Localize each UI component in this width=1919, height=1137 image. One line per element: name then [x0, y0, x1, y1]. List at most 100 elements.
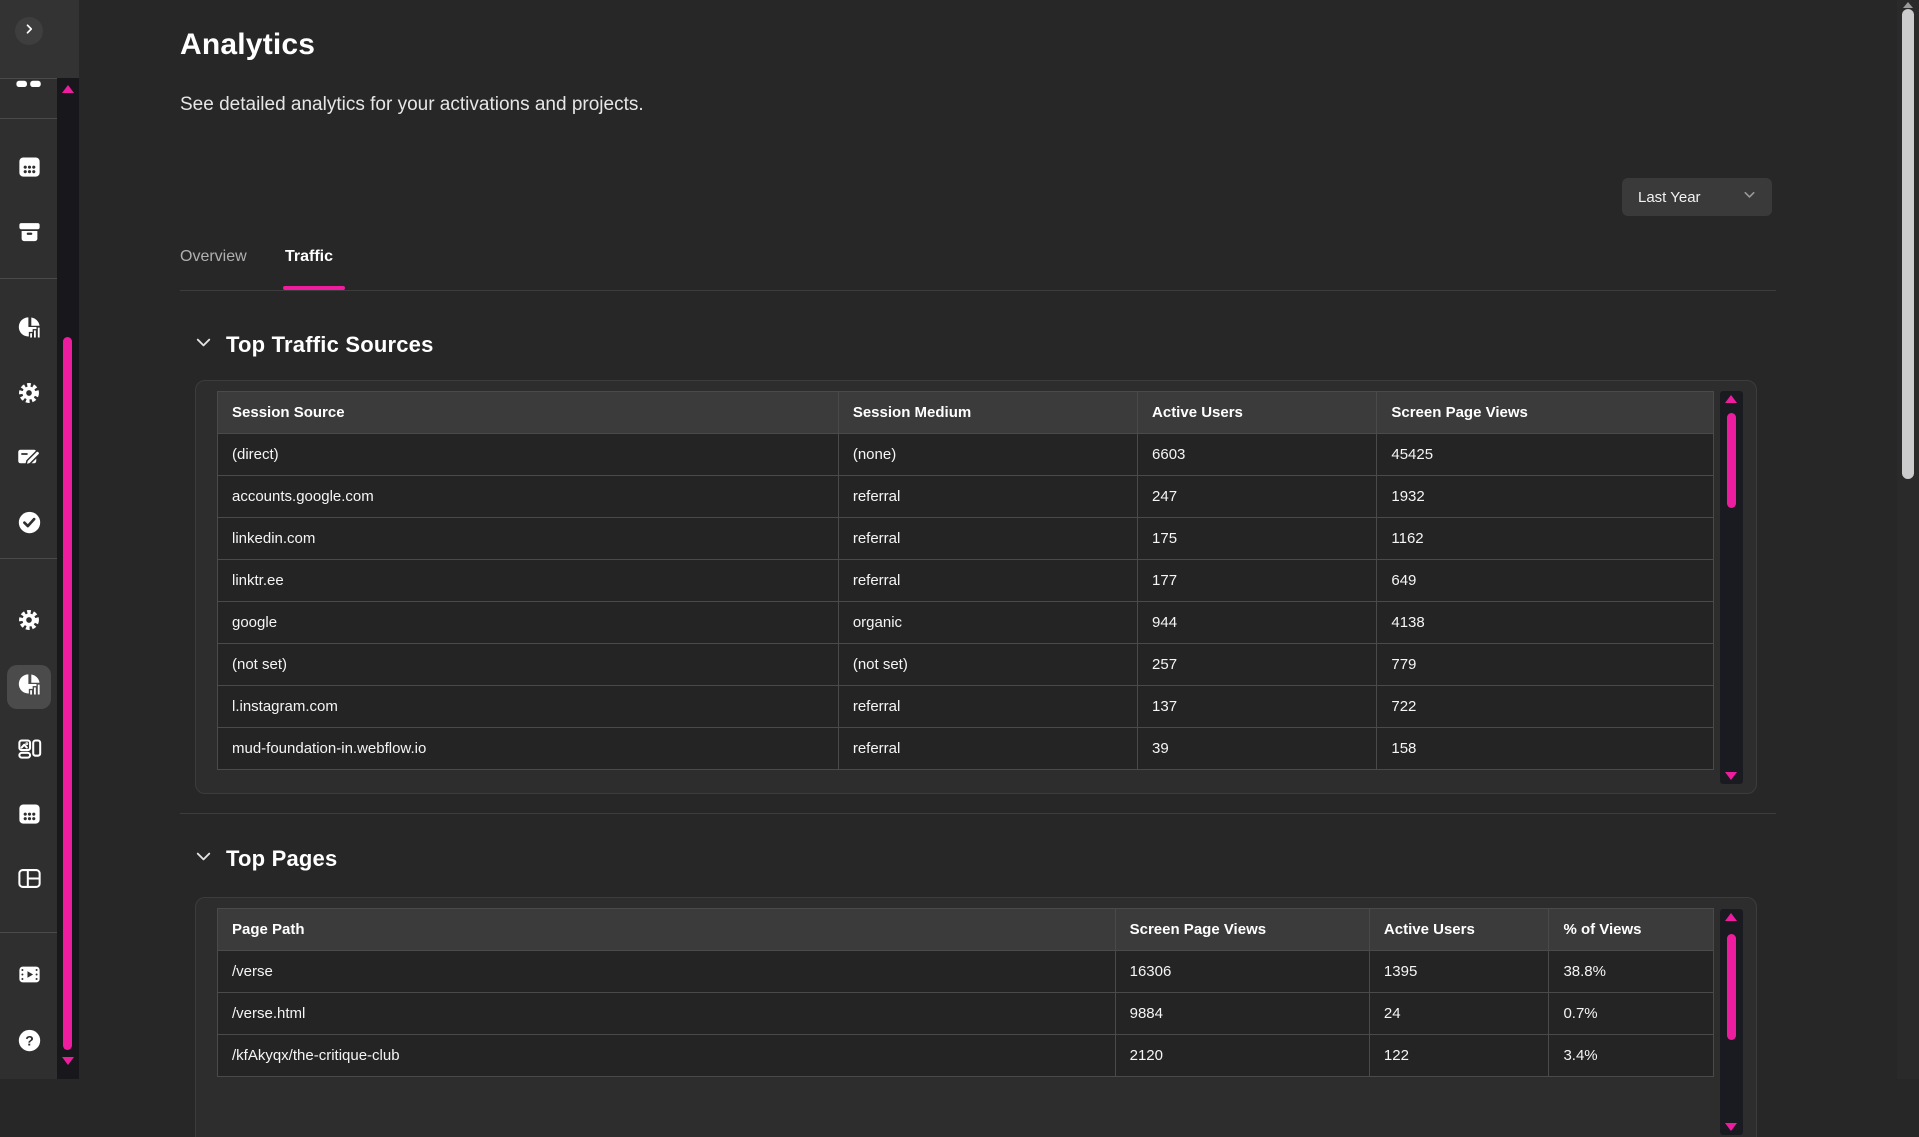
- table-cell: 0.7%: [1549, 993, 1714, 1035]
- chevron-right-icon: [20, 20, 38, 43]
- partial-icon[interactable]: [9, 79, 49, 88]
- table-cell: /verse: [218, 951, 1116, 993]
- sidebar-item-tasks[interactable]: [7, 503, 51, 547]
- table-cell: (direct): [218, 434, 839, 476]
- check-circle-icon: [16, 509, 43, 541]
- tab-overview[interactable]: Overview: [180, 248, 247, 266]
- table-row: (direct)(none)660345425: [218, 434, 1714, 476]
- table-scrollbar-thumb[interactable]: [1727, 934, 1736, 1040]
- table-cell: 39: [1138, 728, 1377, 770]
- table-scrollbar[interactable]: [1720, 909, 1743, 1135]
- page-subtitle: See detailed analytics for your activati…: [180, 94, 644, 116]
- sidebar-item-layout[interactable]: [7, 859, 51, 903]
- table-cell: 175: [1138, 518, 1377, 560]
- table-row: linkedin.comreferral1751162: [218, 518, 1714, 560]
- date-range-value: Last Year: [1638, 189, 1701, 206]
- help-icon: ?: [16, 1027, 43, 1059]
- table-cell: 9884: [1115, 993, 1369, 1035]
- table-row: (not set)(not set)257779: [218, 644, 1714, 686]
- table-cell: google: [218, 602, 839, 644]
- divider: [0, 932, 57, 933]
- table-row: mud-foundation-in.webflow.ioreferral3915…: [218, 728, 1714, 770]
- scroll-down-arrow[interactable]: [1725, 772, 1737, 780]
- table-cell: 45425: [1377, 434, 1714, 476]
- divider: [0, 558, 57, 559]
- table-cell: referral: [838, 560, 1137, 602]
- sidebar-item-help[interactable]: ?: [7, 1021, 51, 1065]
- section-header-traffic-sources[interactable]: Top Traffic Sources: [192, 331, 434, 359]
- table-cell: 38.8%: [1549, 951, 1714, 993]
- table-cell: 1932: [1377, 476, 1714, 518]
- scroll-up-arrow[interactable]: [1725, 913, 1737, 921]
- table-header-row: Page PathScreen Page ViewsActive Users% …: [218, 909, 1714, 951]
- sidebar-item-settings[interactable]: [7, 373, 51, 417]
- traffic-sources-table: Session SourceSession MediumActive Users…: [217, 391, 1714, 770]
- svg-text:?: ?: [25, 1032, 34, 1048]
- column-header: Session Medium: [838, 392, 1137, 434]
- table-cell: 649: [1377, 560, 1714, 602]
- gear-icon: [16, 380, 42, 411]
- calendar-icon: [16, 800, 43, 832]
- page-scrollbar-thumb[interactable]: [1902, 9, 1914, 479]
- table-row: accounts.google.comreferral2471932: [218, 476, 1714, 518]
- sidebar-item-reports[interactable]: [7, 308, 51, 352]
- table-row: /verse.html9884240.7%: [218, 993, 1714, 1035]
- sidebar-item-preferences[interactable]: [7, 600, 51, 644]
- column-header: Screen Page Views: [1377, 392, 1714, 434]
- table-scrollbar-thumb[interactable]: [1727, 413, 1736, 508]
- table-cell: 1395: [1369, 951, 1549, 993]
- section-title: Top Traffic Sources: [226, 332, 434, 358]
- scroll-down-arrow[interactable]: [62, 1057, 74, 1065]
- table-cell: 3.4%: [1549, 1035, 1714, 1077]
- sidebar-scrollbar-thumb[interactable]: [63, 337, 72, 1050]
- table-cell: (not set): [218, 644, 839, 686]
- scroll-up-arrow[interactable]: [62, 85, 74, 93]
- sidebar-item-calendar[interactable]: [7, 147, 51, 191]
- page-scrollbar[interactable]: [1897, 0, 1919, 1079]
- table-cell: referral: [838, 476, 1137, 518]
- sidebar-item-forms[interactable]: [7, 437, 51, 481]
- pie-chart-icon: [16, 314, 43, 346]
- pie-chart-icon: [16, 671, 43, 703]
- data-table: Page PathScreen Page ViewsActive Users% …: [217, 908, 1714, 1077]
- table-cell: 4138: [1377, 602, 1714, 644]
- chevron-down-icon: [192, 845, 215, 873]
- table-cell: (not set): [838, 644, 1137, 686]
- column-header: Active Users: [1138, 392, 1377, 434]
- table-cell: 6603: [1138, 434, 1377, 476]
- sidebar-item-calendar-2[interactable]: [7, 794, 51, 838]
- divider: [0, 278, 57, 279]
- scroll-up-arrow[interactable]: [1903, 2, 1913, 8]
- table-cell: linkedin.com: [218, 518, 839, 560]
- table-row: /kfAkyqx/the-critique-club21201223.4%: [218, 1035, 1714, 1077]
- tab-traffic[interactable]: Traffic: [285, 248, 333, 266]
- sidebar-item-devices[interactable]: [7, 730, 51, 774]
- main-content: Analytics See detailed analytics for you…: [79, 0, 1897, 1079]
- table-row: l.instagram.comreferral137722: [218, 686, 1714, 728]
- top-pages-table: Page PathScreen Page ViewsActive Users% …: [217, 908, 1714, 1077]
- date-range-dropdown[interactable]: Last Year: [1622, 178, 1772, 216]
- table-cell: 944: [1138, 602, 1377, 644]
- divider: [0, 118, 57, 119]
- table-cell: 257: [1138, 644, 1377, 686]
- section-header-top-pages[interactable]: Top Pages: [192, 845, 337, 873]
- scroll-down-arrow[interactable]: [1725, 1123, 1737, 1131]
- sidebar-item-analytics[interactable]: [7, 665, 51, 709]
- table-cell: 137: [1138, 686, 1377, 728]
- sidebar-collapse-button[interactable]: [15, 17, 43, 45]
- sidebar-item-archive[interactable]: [7, 212, 51, 256]
- table-header-row: Session SourceSession MediumActive Users…: [218, 392, 1714, 434]
- sidebar-scrollbar[interactable]: [57, 78, 79, 1079]
- table-scrollbar[interactable]: [1720, 391, 1743, 784]
- section-title: Top Pages: [226, 846, 337, 872]
- scroll-up-arrow[interactable]: [1725, 395, 1737, 403]
- table-cell: /kfAkyqx/the-critique-club: [218, 1035, 1116, 1077]
- table-cell: 247: [1138, 476, 1377, 518]
- table-cell: 24: [1369, 993, 1549, 1035]
- column-header: Session Source: [218, 392, 839, 434]
- table-row: linktr.eereferral177649: [218, 560, 1714, 602]
- chevron-down-icon: [192, 331, 215, 359]
- sidebar-item-media[interactable]: [7, 955, 51, 999]
- table-cell: 1162: [1377, 518, 1714, 560]
- table-row: /verse16306139538.8%: [218, 951, 1714, 993]
